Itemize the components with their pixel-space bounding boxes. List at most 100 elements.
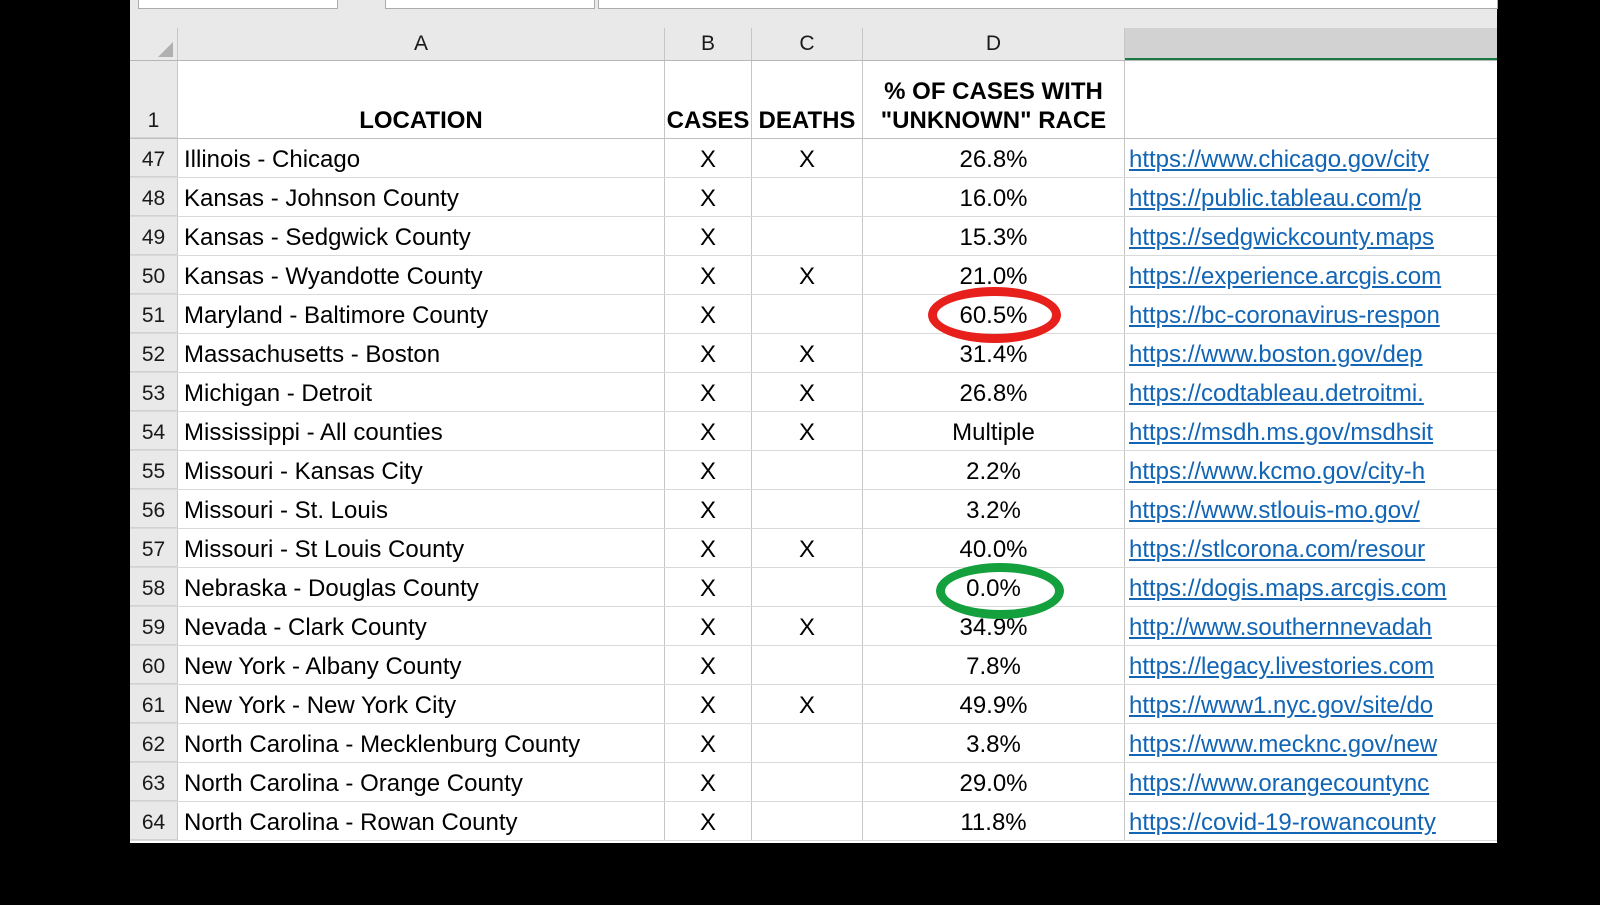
cell-cases[interactable]: X [665, 568, 752, 606]
cell-deaths[interactable] [752, 724, 863, 762]
row-number[interactable]: 58 [130, 568, 178, 606]
cell-unknown-race[interactable]: 16.0% [863, 178, 1125, 216]
cell-cases[interactable]: X [665, 607, 752, 645]
header-cell-location[interactable]: LOCATION [178, 61, 665, 138]
cell-deaths[interactable] [752, 802, 863, 840]
cell-deaths[interactable] [752, 217, 863, 255]
row-number[interactable]: 62 [130, 724, 178, 762]
cell-source-url[interactable]: https://public.tableau.com/p [1125, 178, 1497, 216]
cell-location[interactable]: North Carolina - Rowan County [178, 802, 665, 840]
cell-location[interactable]: Missouri - Kansas City [178, 451, 665, 489]
cell-unknown-race[interactable]: 2.2% [863, 451, 1125, 489]
cell-unknown-race[interactable]: 3.8% [863, 724, 1125, 762]
cell-source-url[interactable]: https://covid-19-rowancounty [1125, 802, 1497, 840]
row-number[interactable]: 63 [130, 763, 178, 801]
cell-deaths[interactable]: X [752, 607, 863, 645]
cell-source-url[interactable]: https://dogis.maps.arcgis.com [1125, 568, 1497, 606]
row-number[interactable]: 50 [130, 256, 178, 294]
cell-location[interactable]: Maryland - Baltimore County [178, 295, 665, 333]
cell-cases[interactable]: X [665, 451, 752, 489]
cell-unknown-race[interactable]: 31.4% [863, 334, 1125, 372]
cell-deaths[interactable] [752, 295, 863, 333]
name-box-input[interactable] [138, 0, 338, 9]
cell-deaths[interactable]: X [752, 139, 863, 177]
cell-unknown-race[interactable]: 49.9% [863, 685, 1125, 723]
row-number[interactable]: 48 [130, 178, 178, 216]
row-number[interactable]: 64 [130, 802, 178, 840]
cell-unknown-race[interactable]: 34.9% [863, 607, 1125, 645]
cell-location[interactable]: New York - New York City [178, 685, 665, 723]
row-number[interactable]: 49 [130, 217, 178, 255]
cell-source-url[interactable]: https://bc-coronavirus-respon [1125, 295, 1497, 333]
cell-unknown-race[interactable]: 26.8% [863, 373, 1125, 411]
cell-cases[interactable]: X [665, 763, 752, 801]
cell-location[interactable]: Illinois - Chicago [178, 139, 665, 177]
cell-unknown-race[interactable]: 21.0% [863, 256, 1125, 294]
cell-source-url[interactable]: http://www.southernnevadah [1125, 607, 1497, 645]
cell-source-url[interactable]: https://msdh.ms.gov/msdhsit [1125, 412, 1497, 450]
cell-source-url[interactable]: https://www.chicago.gov/city [1125, 139, 1497, 177]
cell-deaths[interactable]: X [752, 256, 863, 294]
cell-unknown-race[interactable]: 3.2% [863, 490, 1125, 528]
cell-source-url[interactable]: https://www.mecknc.gov/new [1125, 724, 1497, 762]
cell-cases[interactable]: X [665, 334, 752, 372]
row-number[interactable]: 51 [130, 295, 178, 333]
cell-unknown-race[interactable]: 7.8% [863, 646, 1125, 684]
row-number[interactable]: 53 [130, 373, 178, 411]
cell-location[interactable]: Kansas - Sedgwick County [178, 217, 665, 255]
cell-cases[interactable]: X [665, 217, 752, 255]
cell-unknown-race[interactable]: 60.5% [863, 295, 1125, 333]
cell-unknown-race[interactable]: Multiple [863, 412, 1125, 450]
row-number[interactable]: 54 [130, 412, 178, 450]
cell-location[interactable]: Kansas - Johnson County [178, 178, 665, 216]
row-number[interactable]: 52 [130, 334, 178, 372]
row-number[interactable]: 57 [130, 529, 178, 567]
cell-location[interactable]: Massachusetts - Boston [178, 334, 665, 372]
row-number[interactable]: 55 [130, 451, 178, 489]
cell-deaths[interactable] [752, 763, 863, 801]
cell-location[interactable]: Nevada - Clark County [178, 607, 665, 645]
cell-deaths[interactable] [752, 646, 863, 684]
cell-deaths[interactable]: X [752, 373, 863, 411]
cell-deaths[interactable]: X [752, 685, 863, 723]
header-cell-deaths[interactable]: DEATHS [752, 61, 863, 138]
cell-cases[interactable]: X [665, 802, 752, 840]
secondary-input[interactable] [385, 0, 595, 9]
cell-cases[interactable]: X [665, 646, 752, 684]
cell-source-url[interactable]: https://www.boston.gov/dep [1125, 334, 1497, 372]
cell-cases[interactable]: X [665, 412, 752, 450]
row-number[interactable]: 56 [130, 490, 178, 528]
column-header-c[interactable]: C [752, 28, 863, 60]
cell-deaths[interactable]: X [752, 412, 863, 450]
cell-deaths[interactable] [752, 451, 863, 489]
cell-location[interactable]: North Carolina - Mecklenburg County [178, 724, 665, 762]
row-number[interactable]: 60 [130, 646, 178, 684]
row-number[interactable]: 59 [130, 607, 178, 645]
column-header-a[interactable]: A [178, 28, 665, 60]
column-header-e[interactable] [1125, 28, 1497, 60]
cell-location[interactable]: North Carolina - Orange County [178, 763, 665, 801]
cell-source-url[interactable]: https://sedgwickcounty.maps [1125, 217, 1497, 255]
cell-location[interactable]: Mississippi - All counties [178, 412, 665, 450]
cell-deaths[interactable] [752, 178, 863, 216]
cell-location[interactable]: Missouri - St Louis County [178, 529, 665, 567]
select-all-corner[interactable] [130, 28, 178, 60]
cell-source-url[interactable]: https://www.orangecountync [1125, 763, 1497, 801]
cell-source-url[interactable]: https://www.kcmo.gov/city-h [1125, 451, 1497, 489]
cell-cases[interactable]: X [665, 295, 752, 333]
cell-deaths[interactable]: X [752, 529, 863, 567]
cell-location[interactable]: New York - Albany County [178, 646, 665, 684]
cell-deaths[interactable] [752, 490, 863, 528]
cell-cases[interactable]: X [665, 490, 752, 528]
cell-cases[interactable]: X [665, 529, 752, 567]
cell-cases[interactable]: X [665, 256, 752, 294]
cell-unknown-race[interactable]: 11.8% [863, 802, 1125, 840]
cell-location[interactable]: Missouri - St. Louis [178, 490, 665, 528]
cell-unknown-race[interactable]: 26.8% [863, 139, 1125, 177]
formula-bar-input[interactable] [598, 0, 1498, 9]
cell-source-url[interactable]: https://www.stlouis-mo.gov/ [1125, 490, 1497, 528]
cell-source-url[interactable]: https://stlcorona.com/resour [1125, 529, 1497, 567]
cell-source-url[interactable]: https://legacy.livestories.com [1125, 646, 1497, 684]
cell-deaths[interactable] [752, 568, 863, 606]
cell-source-url[interactable]: https://experience.arcgis.com [1125, 256, 1497, 294]
